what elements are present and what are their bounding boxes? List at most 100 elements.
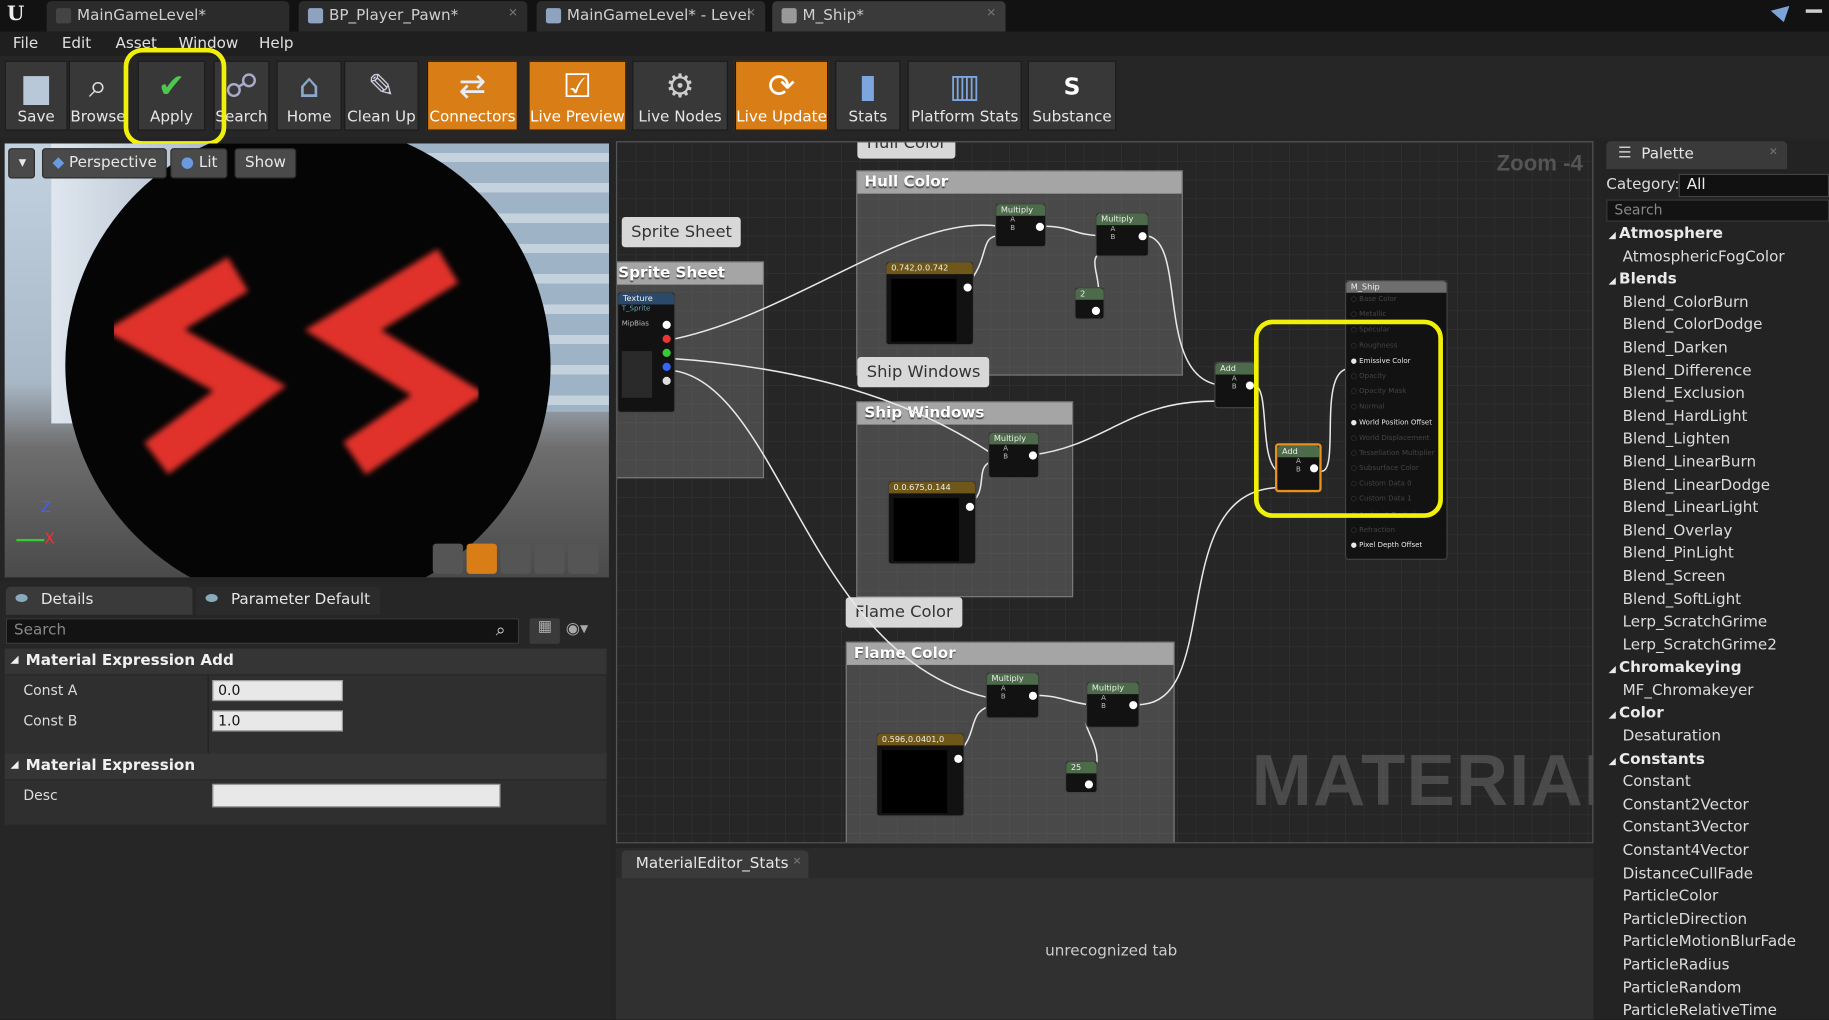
output-pin[interactable] [662,320,671,329]
lit-button[interactable]: ● Lit [170,148,228,179]
palette-item[interactable]: Blend_Overlay [1609,522,1829,545]
close-tab-icon[interactable]: ✕ [746,7,756,20]
texture-sample-node[interactable]: Texture T_Sprite MipBias [617,291,676,413]
multiply-node[interactable]: Multiply A B [985,671,1040,719]
output-pin[interactable] [1035,222,1045,231]
show-button[interactable]: Show [234,148,297,179]
palette-item[interactable]: Blend_LinearBurn [1609,454,1829,477]
constant-node[interactable]: 25 [1065,760,1098,794]
const-a-field[interactable]: 0.0 [212,680,343,702]
sphere-preview-icon[interactable] [466,543,497,574]
close-tab-icon[interactable]: ✕ [508,7,518,20]
menu-edit[interactable]: Edit [62,35,91,52]
palette-item[interactable]: Blend_ColorBurn [1609,294,1829,317]
palette-item[interactable]: Blend_LinearLight [1609,499,1829,522]
connectors-button[interactable]: ⇄ Connectors [426,60,518,131]
section-material-expression[interactable]: ◢ Material Expression [4,753,607,780]
perspective-button[interactable]: ◆ Perspective [41,148,168,179]
eye-icon[interactable]: ◉▾ [566,619,588,638]
output-pin[interactable] [662,362,671,371]
tab-palette[interactable]: ☰ Palette ✕ [1606,141,1788,170]
output-pin[interactable] [963,283,972,292]
palette-item[interactable]: Blend_LinearDodge [1609,477,1829,500]
palette-item[interactable]: Blend_Darken [1609,339,1829,362]
tab-parameter-default[interactable]: ⬬ Parameter Default [195,586,381,615]
output-pin[interactable] [954,754,963,763]
palette-item[interactable]: Lerp_ScratchGrime [1609,614,1829,637]
live-nodes-button[interactable]: ⚙ Live Nodes [632,60,728,131]
plane-preview-icon[interactable] [500,543,531,574]
output-pin[interactable] [1129,701,1138,710]
palette-item[interactable]: Blend_SoftLight [1609,591,1829,614]
palette-item[interactable]: Constant2Vector [1609,797,1829,820]
palette-item[interactable]: ParticleDirection [1609,911,1829,934]
palette-search-input[interactable]: Search [1606,199,1829,222]
section-material-expression-add[interactable]: ◢ Material Expression Add [4,648,607,675]
palette-item[interactable]: DistanceCullFade [1609,865,1829,888]
palette-item[interactable]: Constant4Vector [1609,842,1829,865]
const-b-field[interactable]: 1.0 [212,710,343,732]
palette-category-atmosphere[interactable]: ◢ Atmosphere [1609,225,1829,248]
add-node[interactable]: Add A B [1214,361,1257,409]
material-graph[interactable]: Zoom -4 Hull Color Hull Color Sprite She… [615,141,1594,844]
palette-item[interactable]: Blend_HardLight [1609,408,1829,431]
tab-level[interactable]: MainGameLevel* - Level ✕ [536,1,766,32]
live-preview-button[interactable]: ☑ Live Preview [528,60,627,131]
palette-item[interactable]: Blend_ColorDodge [1609,317,1829,340]
tab-main-game-level[interactable]: MainGameLevel* [46,1,290,32]
output-pin[interactable] [965,502,975,511]
ship-constant-node[interactable]: 0.0.675,0.144 [887,480,977,565]
viewport-options-dropdown[interactable]: ▾ [8,148,35,179]
preview-viewport[interactable]: Z X [4,143,609,578]
platform-stats-button[interactable]: ▥ Platform Stats [907,60,1022,131]
palette-item[interactable]: AtmosphericFogColor [1609,248,1829,271]
palette-item[interactable]: ParticleRelativeTime [1609,1002,1829,1019]
category-dropdown[interactable]: All [1678,173,1829,198]
tab-details[interactable]: ⬬ Details [5,586,193,615]
palette-item[interactable]: Blend_Screen [1609,568,1829,591]
clean-up-button[interactable]: ✎ Clean Up [344,60,419,131]
view-options-icon[interactable]: ▦ [529,618,560,644]
output-pin[interactable] [662,334,671,343]
palette-item[interactable]: Blend_Lighten [1609,431,1829,454]
constant-node[interactable]: 2 [1074,286,1105,320]
home-button[interactable]: ⌂ Home [276,60,342,131]
palette-category-chromakeying[interactable]: ◢ Chromakeying [1609,659,1829,682]
palette-item[interactable]: Constant3Vector [1609,819,1829,842]
palette-category-blends[interactable]: ◢ Blends [1609,271,1829,294]
multiply-node[interactable]: Multiply A B [1095,212,1150,257]
output-pin[interactable] [662,348,671,357]
material-input-pin[interactable]: ○ Base Color [1351,295,1447,310]
desc-field[interactable] [212,783,501,808]
flame-constant-node[interactable]: 0.596,0.0401,0 [876,732,965,817]
palette-item[interactable]: MF_Chromakeyer [1609,682,1829,705]
palette-item[interactable]: Constant [1609,774,1829,797]
multiply-node[interactable]: Multiply A B [995,202,1047,248]
output-pin[interactable] [1084,780,1094,789]
minimize-icon[interactable] [1805,9,1823,13]
output-pin[interactable] [1028,451,1038,460]
close-tab-icon[interactable]: ✕ [1769,147,1778,159]
palette-item[interactable]: ParticleColor [1609,888,1829,911]
cylinder-preview-icon[interactable] [432,543,464,574]
cube-preview-icon[interactable] [534,543,565,574]
palette-item[interactable]: Blend_Exclusion [1609,385,1829,408]
output-pin[interactable] [1028,691,1038,700]
details-search-input[interactable]: Search [5,618,520,644]
material-input-pin[interactable]: ● Pixel Depth Offset [1351,541,1447,556]
close-tab-icon[interactable]: ✕ [793,856,802,868]
palette-item[interactable]: ParticleMotionBlurFade [1609,934,1829,957]
palette-item[interactable]: ParticleRandom [1609,979,1829,1002]
output-pin[interactable] [1245,381,1254,390]
palette-item[interactable]: Blend_Difference [1609,362,1829,385]
output-pin[interactable] [1091,306,1101,315]
palette-item[interactable]: Desaturation [1609,728,1829,751]
save-button[interactable]: ▆ Save [4,60,68,131]
output-pin[interactable] [1138,232,1147,241]
stats-button[interactable]: ▮ Stats [835,60,901,131]
tab-bp-player-pawn[interactable]: BP_Player_Pawn* ✕ [298,1,528,32]
palette-item[interactable]: Blend_PinLight [1609,545,1829,568]
palette-item[interactable]: ParticleRadius [1609,957,1829,980]
palette-category-constants[interactable]: ◢ Constants [1609,751,1829,774]
material-input-pin[interactable]: ○ Refraction [1351,526,1447,541]
